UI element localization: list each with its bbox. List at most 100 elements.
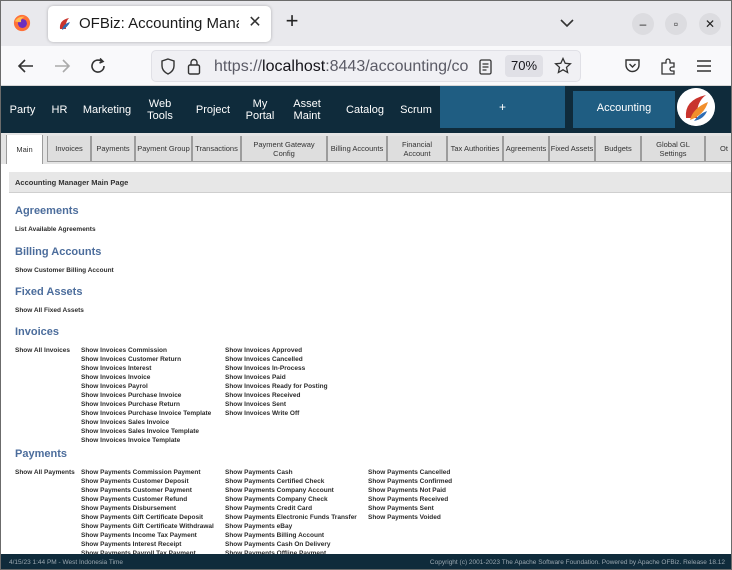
subtab-financial-account[interactable]: Financial Account (387, 136, 447, 162)
invoice-status-link[interactable]: Show Invoices Cancelled (225, 355, 303, 364)
payment-type-link[interactable]: Show Payments Interest Receipt (81, 540, 181, 549)
back-icon[interactable] (15, 55, 37, 77)
invoice-type-link[interactable]: Show Invoices Customer Return (81, 355, 181, 364)
section-title-fixed-assets: Fixed Assets (15, 286, 83, 298)
firefox-icon[interactable] (13, 14, 31, 32)
link-list-agreements[interactable]: List Available Agreements (15, 225, 96, 234)
payment-status-link[interactable]: Show Payments Not Paid (368, 486, 446, 495)
invoice-type-link[interactable]: Show Invoices Purchase Invoice Template (81, 409, 211, 418)
subtab-other[interactable]: Ot (705, 136, 731, 162)
extensions-icon[interactable] (657, 55, 679, 77)
payment-method-link[interactable]: Show Payments Electronic Funds Transfer (225, 513, 357, 522)
payment-method-link[interactable]: Show Payments Company Account (225, 486, 334, 495)
appnav-hr[interactable]: HR (47, 86, 72, 133)
appnav-my-portal[interactable]: My Portal (243, 86, 277, 133)
appnav-catalog[interactable]: Catalog (343, 86, 387, 133)
reload-icon[interactable] (87, 55, 109, 77)
appnav-marketing[interactable]: Marketing (80, 86, 134, 133)
invoice-type-link[interactable]: Show Invoices Purchase Return (81, 400, 180, 409)
link-all-fixed-assets[interactable]: Show All Fixed Assets (15, 306, 84, 315)
menu-hamburger-icon[interactable] (693, 55, 715, 77)
shield-icon[interactable] (160, 58, 176, 75)
payment-type-link[interactable]: Show Payments Income Tax Payment (81, 531, 197, 540)
payment-method-link[interactable]: Show Payments Company Check (225, 495, 328, 504)
appnav-asset-maint[interactable]: Asset Maint (290, 86, 324, 133)
subtab-budgets[interactable]: Budgets (595, 136, 641, 162)
invoice-type-link[interactable]: Show Invoices Invoice (81, 373, 150, 382)
subtab-invoices[interactable]: Invoices (47, 136, 91, 162)
ofbiz-logo-icon[interactable] (677, 88, 715, 126)
reader-view-icon[interactable] (479, 59, 492, 75)
invoice-type-link[interactable]: Show Invoices Invoice Template (81, 436, 180, 445)
invoice-status-link[interactable]: Show Invoices Write Off (225, 409, 299, 418)
payment-method-link[interactable]: Show Payments Certified Check (225, 477, 324, 486)
invoice-status-link[interactable]: Show Invoices Sent (225, 400, 286, 409)
invoice-type-link[interactable]: Show Invoices Commission (81, 346, 167, 355)
appnav-party[interactable]: Party (5, 86, 40, 133)
main-content: Accounting Manager Main Page Agreements … (1, 164, 731, 557)
payment-method-link[interactable]: Show Payments Credit Card (225, 504, 312, 513)
close-window-icon[interactable]: ✕ (699, 13, 721, 35)
lock-icon[interactable] (187, 58, 201, 75)
invoice-type-link[interactable]: Show Invoices Payrol (81, 382, 148, 391)
payment-type-link[interactable]: Show Payments Disbursement (81, 504, 176, 513)
payment-method-link[interactable]: Show Payments Cash (225, 468, 293, 477)
payment-status-link[interactable]: Show Payments Cancelled (368, 468, 450, 477)
subtab-agreements[interactable]: Agreements (503, 136, 549, 162)
appnav-project[interactable]: Project (194, 86, 232, 133)
invoice-status-link[interactable]: Show Invoices Approved (225, 346, 302, 355)
pocket-icon[interactable] (621, 55, 643, 77)
payment-type-link[interactable]: Show Payments Commission Payment (81, 468, 201, 477)
forward-icon[interactable] (51, 55, 73, 77)
payment-status-link[interactable]: Show Payments Confirmed (368, 477, 452, 486)
invoice-status-link[interactable]: Show Invoices Paid (225, 373, 286, 382)
payment-method-link[interactable]: Show Payments eBay (225, 522, 292, 531)
payment-status-link[interactable]: Show Payments Received (368, 495, 448, 504)
tab-list-chevron-icon[interactable] (557, 13, 577, 33)
payment-type-link[interactable]: Show Payments Customer Payment (81, 486, 192, 495)
subtab-billing-accounts[interactable]: Billing Accounts (327, 136, 387, 162)
link-all-invoices[interactable]: Show All Invoices (15, 346, 70, 355)
payment-status-link[interactable]: Show Payments Sent (368, 504, 434, 513)
invoice-status-link[interactable]: Show Invoices Received (225, 391, 301, 400)
new-tab-icon[interactable]: + (281, 10, 303, 33)
invoice-type-link[interactable]: Show Invoices Sales Invoice Template (81, 427, 199, 436)
zoom-level-button[interactable]: 70% (505, 55, 543, 77)
browser-tab[interactable]: OFBiz: Accounting Manager ✕ (48, 6, 271, 42)
appnav-accounting-active[interactable]: Accounting (573, 91, 675, 128)
subtab-payments[interactable]: Payments (91, 136, 135, 162)
link-customer-billing-account[interactable]: Show Customer Billing Account (15, 266, 114, 275)
payment-status-link[interactable]: Show Payments Voided (368, 513, 441, 522)
url-bar[interactable]: https://localhost:8443/accounting/contro… (151, 50, 581, 82)
payment-type-link[interactable]: Show Payments Customer Refund (81, 495, 187, 504)
accounting-subtabs: Main Invoices Payments Payment Group Tra… (1, 133, 731, 164)
maximize-icon[interactable]: ▫ (665, 13, 687, 35)
payment-method-link[interactable]: Show Payments Cash On Delivery (225, 540, 330, 549)
bookmark-star-icon[interactable] (554, 57, 572, 75)
link-all-payments[interactable]: Show All Payments (15, 468, 75, 477)
url-text[interactable]: https://localhost:8443/accounting/contro… (214, 58, 469, 76)
subtab-transactions[interactable]: Transactions (192, 136, 241, 162)
payment-method-link[interactable]: Show Payments Billing Account (225, 531, 324, 540)
browser-window: { "browser": { "tab_title": "OFBiz: Acco… (0, 0, 732, 570)
tab-close-icon[interactable]: ✕ (246, 14, 264, 32)
invoice-status-link[interactable]: Show Invoices Ready for Posting (225, 382, 328, 391)
add-app-button[interactable]: + (440, 86, 565, 128)
invoice-type-link[interactable]: Show Invoices Interest (81, 364, 151, 373)
subtab-main[interactable]: Main (6, 135, 43, 164)
subtab-fixed-assets[interactable]: Fixed Assets (549, 136, 595, 162)
minimize-icon[interactable]: – (632, 13, 654, 35)
payment-type-link[interactable]: Show Payments Gift Certificate Withdrawa… (81, 522, 214, 531)
invoice-type-link[interactable]: Show Invoices Purchase Invoice (81, 391, 181, 400)
appnav-web-tools[interactable]: Web Tools (144, 86, 176, 133)
url-scheme: https:// (214, 58, 263, 75)
appnav-scrum[interactable]: Scrum (397, 86, 435, 133)
subtab-payment-group[interactable]: Payment Group (135, 136, 192, 162)
subtab-payment-gateway-config[interactable]: Payment Gateway Config (241, 136, 327, 162)
subtab-global-gl-settings[interactable]: Global GL Settings (641, 136, 705, 162)
payment-type-link[interactable]: Show Payments Customer Deposit (81, 477, 189, 486)
invoice-type-link[interactable]: Show Invoices Sales Invoice (81, 418, 169, 427)
subtab-tax-authorities[interactable]: Tax Authorities (447, 136, 503, 162)
invoice-status-link[interactable]: Show Invoices In-Process (225, 364, 305, 373)
payment-type-link[interactable]: Show Payments Gift Certificate Deposit (81, 513, 203, 522)
